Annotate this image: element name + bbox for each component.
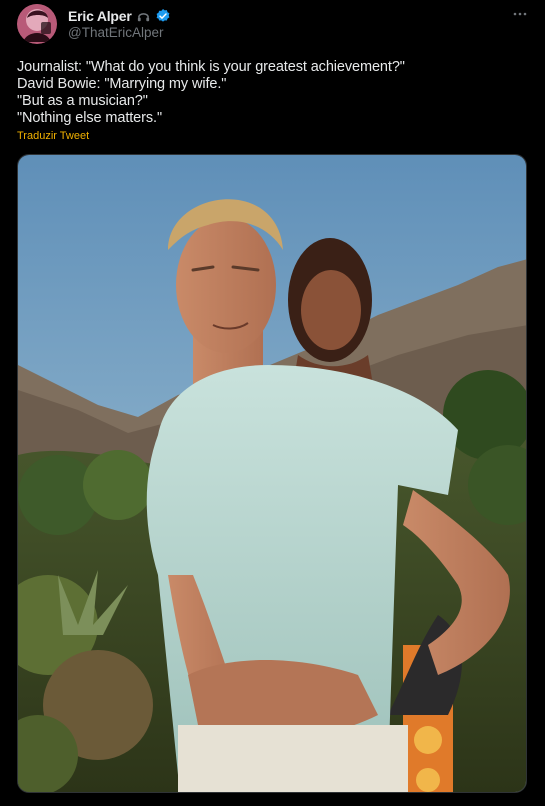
music-note-icon xyxy=(136,9,151,24)
verified-badge-icon xyxy=(155,8,171,24)
tweet-line: Journalist: "What do you think is your g… xyxy=(17,59,405,75)
translate-tweet-link[interactable]: Traduzir Tweet xyxy=(17,130,89,142)
author-row: Eric Alper xyxy=(68,7,171,25)
tweet-line: David Bowie: "Marrying my wife." xyxy=(17,76,227,92)
author-name[interactable]: Eric Alper xyxy=(68,8,132,24)
avatar[interactable] xyxy=(17,4,57,44)
avatar-image xyxy=(17,4,57,44)
tweet-photo[interactable] xyxy=(17,154,527,793)
author-handle[interactable]: @ThatEricAlper xyxy=(68,25,163,40)
more-options-icon[interactable] xyxy=(510,4,530,24)
photo-illustration xyxy=(18,155,526,792)
tweet-line: "Nothing else matters." xyxy=(17,110,163,126)
tweet-line: "But as a musician?" xyxy=(17,93,148,109)
tweet-card: Eric Alper @ThatEricAlper Journalist: "W… xyxy=(0,0,545,806)
tweet-text: Journalist: "What do you think is your g… xyxy=(17,59,527,127)
